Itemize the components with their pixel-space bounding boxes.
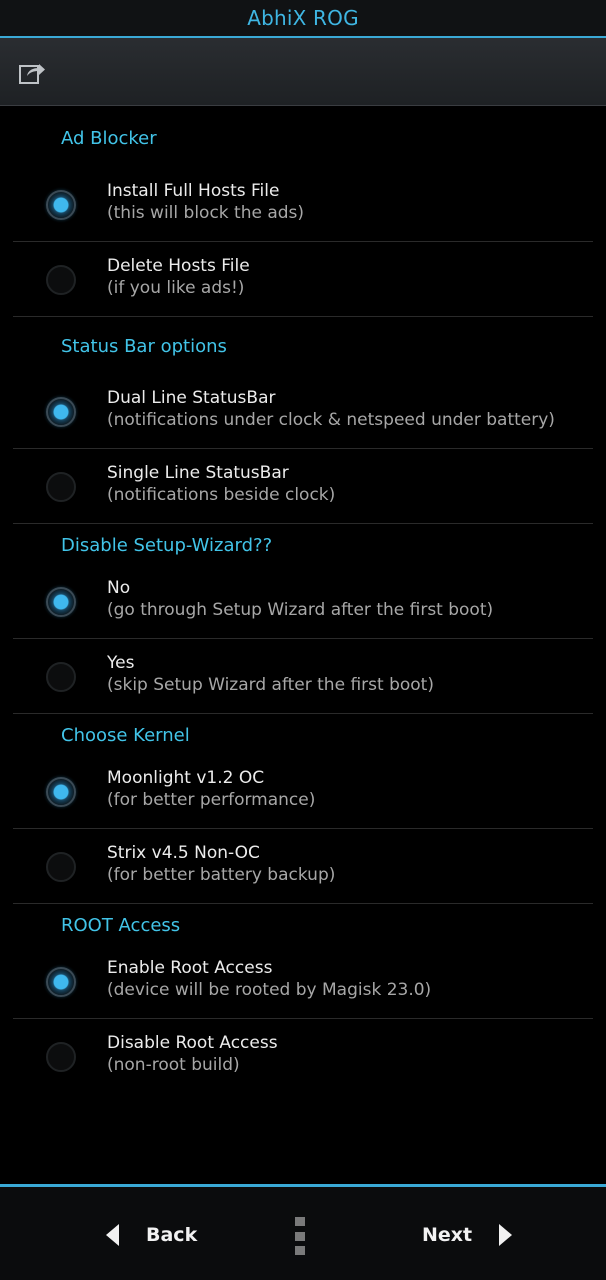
option-title: Single Line StatusBar [107,463,289,483]
triangle-right-icon [499,1224,513,1246]
menu-dot [295,1217,305,1226]
triangle-left-icon [106,1224,119,1246]
back-label: Back [146,1224,198,1246]
option-subtitle: (skip Setup Wizard after the first boot) [107,675,434,695]
option-title: Install Full Hosts File [107,181,280,201]
menu-dot [295,1246,305,1255]
title-bar: AbhiX ROG [0,0,606,38]
next-label: Next [422,1224,473,1246]
radio-button[interactable] [46,662,76,692]
option-title: Moonlight v1.2 OC [107,768,265,788]
option-enable-root[interactable]: Enable Root Access (device will be roote… [13,944,593,1019]
option-subtitle: (this will block the ads) [107,203,305,223]
radio-button[interactable] [46,1042,76,1072]
menu-dot [295,1231,305,1241]
option-title: No [107,578,131,598]
option-text: Strix v4.5 Non-OC (for better battery ba… [107,842,335,886]
menu-icon[interactable] [294,1217,306,1255]
radio-button[interactable] [46,265,76,295]
section-header-ad-blocker: Ad Blocker [61,127,157,149]
option-text: Delete Hosts File (if you like ads!) [107,255,250,299]
option-title: Yes [107,653,135,673]
radio-button[interactable] [46,852,76,882]
share-icon [19,64,45,84]
section-header-root-access: ROOT Access [61,914,181,936]
option-subtitle: (notifications beside clock) [107,485,336,505]
radio-button-checked[interactable] [46,967,76,997]
option-subtitle: (go through Setup Wizard after the first… [107,600,494,620]
option-title: Disable Root Access [107,1033,278,1053]
option-title: Dual Line StatusBar [107,388,276,408]
option-text: Moonlight v1.2 OC (for better performanc… [107,767,315,811]
option-title: Enable Root Access [107,958,273,978]
next-button[interactable]: Next [422,1215,514,1255]
option-no-skip-wizard[interactable]: No (go through Setup Wizard after the fi… [13,564,593,639]
option-yes-skip-wizard[interactable]: Yes (skip Setup Wizard after the first b… [13,639,593,714]
option-text: No (go through Setup Wizard after the fi… [107,577,493,621]
section-header-choose-kernel: Choose Kernel [61,724,190,746]
option-strix-kernel[interactable]: Strix v4.5 Non-OC (for better battery ba… [13,829,593,904]
option-subtitle: (for better battery backup) [107,865,336,885]
installer-window: AbhiX ROG Ad Blocker Install Full Hosts … [0,0,606,1280]
option-subtitle: (for better performance) [107,790,316,810]
radio-button[interactable] [46,472,76,502]
option-install-hosts[interactable]: Install Full Hosts File (this will block… [13,167,593,242]
option-subtitle: (non-root build) [107,1055,240,1075]
bottom-nav-bar: Back Next [0,1184,606,1280]
option-text: Install Full Hosts File (this will block… [107,180,304,224]
option-text: Enable Root Access (device will be roote… [107,957,431,1001]
radio-button-checked[interactable] [46,777,76,807]
option-text: Dual Line StatusBar (notifications under… [107,387,555,431]
option-moonlight-kernel[interactable]: Moonlight v1.2 OC (for better performanc… [13,754,593,829]
option-delete-hosts[interactable]: Delete Hosts File (if you like ads!) [13,242,593,317]
radio-button-checked[interactable] [46,587,76,617]
app-title: AbhiX ROG [247,6,359,30]
option-disable-root[interactable]: Disable Root Access (non-root build) [13,1019,593,1094]
radio-button-checked[interactable] [46,397,76,427]
option-subtitle: (if you like ads!) [107,278,245,298]
option-text: Disable Root Access (non-root build) [107,1032,278,1076]
option-subtitle: (notifications under clock & netspeed un… [107,410,555,430]
option-dual-line-statusbar[interactable]: Dual Line StatusBar (notifications under… [13,374,593,449]
options-list: Ad Blocker Install Full Hosts File (this… [0,107,606,1094]
option-text: Single Line StatusBar (notifications bes… [107,462,335,506]
section-header-status-bar: Status Bar options [61,336,227,357]
toolbar [0,38,606,106]
option-single-line-statusbar[interactable]: Single Line StatusBar (notifications bes… [13,449,593,524]
option-subtitle: (device will be rooted by Magisk 23.0) [107,980,432,1000]
option-title: Strix v4.5 Non-OC [107,843,260,863]
option-title: Delete Hosts File [107,256,250,276]
share-button[interactable] [16,58,48,88]
radio-button-checked[interactable] [46,190,76,220]
back-button[interactable]: Back [104,1215,197,1255]
option-text: Yes (skip Setup Wizard after the first b… [107,652,434,696]
section-header-setup-wizard: Disable Setup-Wizard?? [61,534,273,556]
